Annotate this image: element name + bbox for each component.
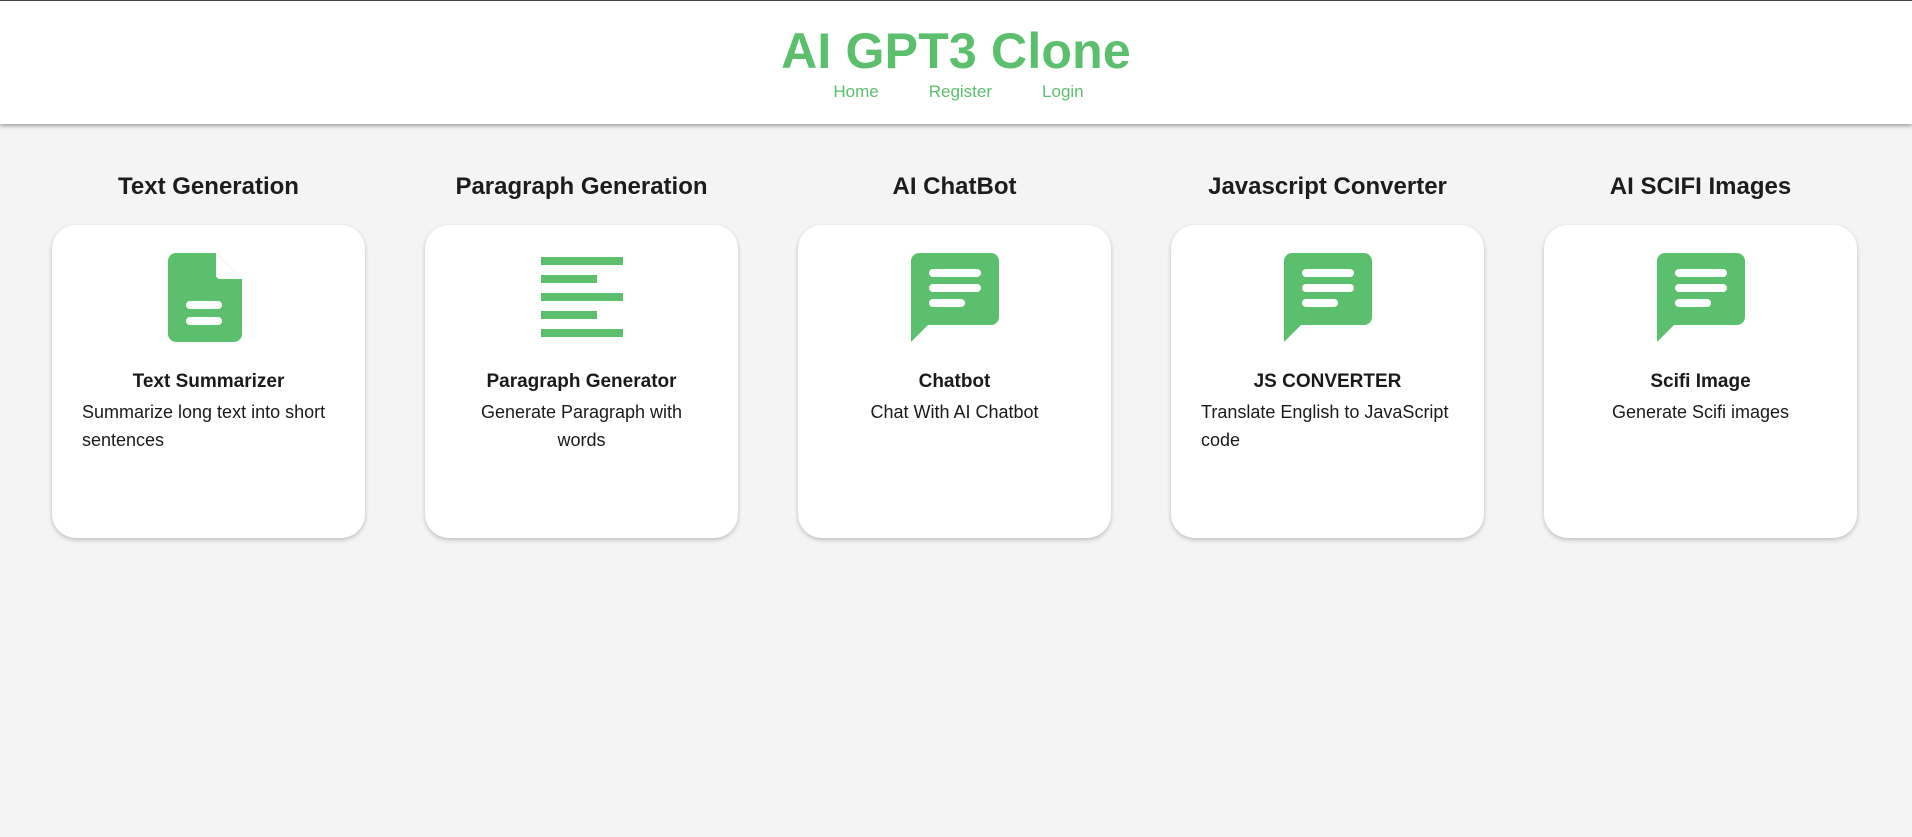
scifi-image-card[interactable]: Scifi Image Generate Scifi images <box>1544 225 1857 538</box>
card-title: Text Summarizer <box>132 371 285 392</box>
document-icon <box>167 253 242 342</box>
tools-grid: Text Generation Text Summarizer Summariz… <box>52 170 1857 538</box>
nav-login-link[interactable]: Login <box>1042 81 1084 103</box>
chat-icon <box>910 253 999 342</box>
card-description: Generate Scifi images <box>1611 402 1790 422</box>
top-header: AI GPT3 Clone Home Register Login <box>0 0 1912 124</box>
section-heading: Javascript Converter <box>1208 173 1447 200</box>
card-title: Chatbot <box>918 371 991 392</box>
section-text-generation: Text Generation Text Summarizer Summariz… <box>52 170 365 538</box>
section-ai-scifi-images: AI SCIFI Images Scifi Image Generate Sci… <box>1544 170 1857 538</box>
section-heading: AI ChatBot <box>892 173 1017 200</box>
js-converter-card[interactable]: JS CONVERTER Translate English to JavaSc… <box>1171 225 1484 538</box>
section-heading: Paragraph Generation <box>455 173 708 200</box>
card-title: Paragraph Generator <box>486 371 677 392</box>
card-description: Chat With AI Chatbot <box>870 402 1039 422</box>
text-summarizer-card[interactable]: Text Summarizer Summarize long text into… <box>52 225 365 538</box>
app-title: AI GPT3 Clone <box>781 23 1131 79</box>
section-heading: AI SCIFI Images <box>1609 173 1792 200</box>
card-title: JS CONVERTER <box>1253 371 1402 392</box>
main-nav: Home Register Login <box>0 81 1912 103</box>
chat-icon <box>1283 253 1372 342</box>
section-javascript-converter: Javascript Converter JS CONVERTER Transl… <box>1171 170 1484 538</box>
chatbot-card[interactable]: Chatbot Chat With AI Chatbot <box>798 225 1111 538</box>
card-description: Summarize long text into short sentences <box>82 402 326 450</box>
card-title: Scifi Image <box>1650 371 1751 392</box>
section-heading: Text Generation <box>118 173 299 200</box>
chat-icon <box>1656 253 1745 342</box>
section-ai-chatbot: AI ChatBot Chatbot Chat With AI Chatbot <box>798 170 1111 538</box>
nav-register-link[interactable]: Register <box>929 81 992 103</box>
card-description: Generate Paragraph with words <box>480 402 683 450</box>
card-description: Translate English to JavaScript code <box>1201 402 1449 450</box>
align-left-icon <box>540 257 623 337</box>
nav-home-link[interactable]: Home <box>833 81 878 103</box>
paragraph-generator-card[interactable]: Paragraph Generator Generate Paragraph w… <box>425 225 738 538</box>
section-paragraph-generation: Paragraph Generation Paragraph Generator… <box>425 170 738 538</box>
